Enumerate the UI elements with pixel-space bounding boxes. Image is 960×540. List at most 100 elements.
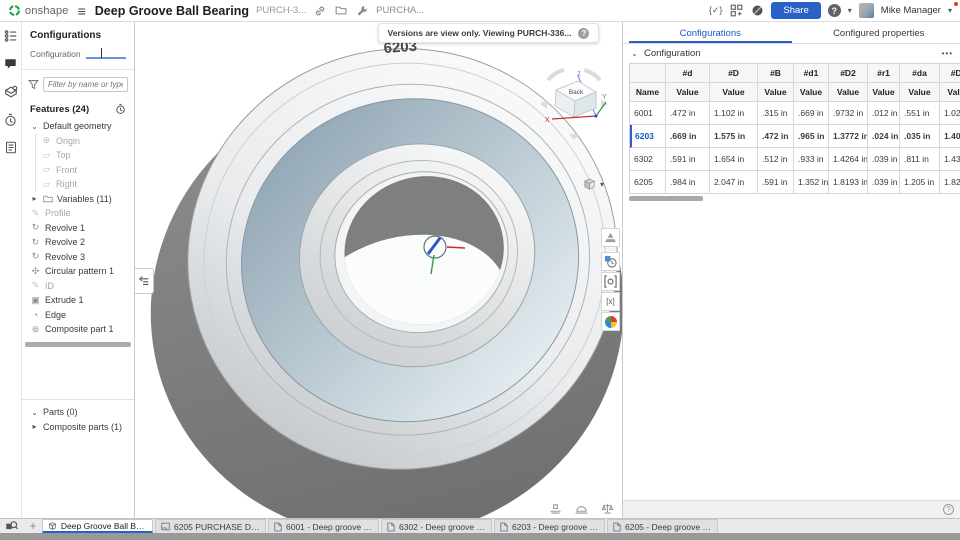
share-button[interactable]: Share [771,2,821,19]
chevron-right-icon[interactable]: ▸ [30,194,39,203]
feature-list-toggle[interactable] [135,268,154,294]
config-name-cell[interactable]: 6302 [630,148,666,171]
chevron-down-icon[interactable]: ⌄ [630,49,639,58]
tree-item-composite-part-1[interactable]: ⊚ Composite part 1 [22,322,134,337]
tab-pdf-6203[interactable]: 6203 - Deep groove ball... [494,519,605,533]
onshape-logo-icon [9,5,20,16]
stamp-icon[interactable] [549,503,562,514]
comments-panel-icon[interactable] [3,56,18,71]
workspace-name[interactable]: PURCHA... [376,5,424,16]
config-name-cell[interactable]: 6001 [630,102,666,125]
hide-others-button[interactable]: [x] [601,292,620,311]
config-name-cell[interactable]: 6203 [630,125,666,148]
tree-item-circular-pattern-1[interactable]: ✣ Circular pattern 1 [22,264,134,279]
view-options-button[interactable]: ▾ [582,177,604,191]
isolate-button[interactable] [601,252,620,271]
table-horizontal-scrollbar[interactable] [629,196,703,201]
tree-item-default-geometry[interactable]: ⌄ Default geometry [22,119,134,134]
tab-pdf-6302[interactable]: 6302 - Deep groove ball... [381,519,492,533]
appearance-button[interactable] [601,312,620,331]
comments-disabled-icon[interactable] [750,4,764,18]
config-row-6302[interactable]: 6302 .591 in 1.654 in .512 in .933 in 1.… [630,148,960,171]
value-cell: .472 in [666,102,710,125]
tree-item-origin[interactable]: ⊕ Origin [36,134,134,149]
tree-item-edge[interactable]: ◔ Edge [22,308,134,323]
header-cell: Value [940,83,960,102]
rotate-left-icon[interactable] [540,99,547,109]
tab-pdf-6001[interactable]: 6001 - Deep groove ball... [268,519,379,533]
composite-parts-group[interactable]: ▸ Composite parts (1) [22,420,134,435]
versions-icon[interactable]: {✓} [709,5,723,16]
config-row-6001[interactable]: 6001 .472 in 1.102 in .315 in .669 in .9… [630,102,960,125]
tab-configurations[interactable]: Configurations [629,22,792,43]
tab-configured-properties[interactable]: Configured properties [798,22,960,43]
tree-item-profile-sketch[interactable]: ✎ Profile [22,206,134,221]
section-menu-icon[interactable]: ••• [942,49,953,58]
rotate-down-icon[interactable] [569,134,579,140]
top-bar: onshape ≡ Deep Groove Ball Bearing PURCH… [0,0,960,22]
notes-panel-icon[interactable] [3,140,18,155]
value-cell: 1.827 in [940,171,960,194]
chevron-down-icon[interactable]: ⌄ [30,408,39,417]
tree-item-revolve-2[interactable]: ↻ Revolve 2 [22,235,134,250]
view-cube[interactable]: Back Z X Y [538,66,610,144]
user-avatar[interactable] [858,3,874,18]
tree-item-top-plane[interactable]: ▱ Top [36,148,134,163]
default-geometry-children: ⊕ Origin ▱ Top ▱ Front ▱ Right [35,133,134,192]
tab-pdf-6205[interactable]: 6205 - Deep groove ball... [607,519,718,533]
help-icon[interactable]: ? [827,4,841,17]
parts-group[interactable]: ⌄ Parts (0) [22,405,134,420]
folder-icon[interactable] [334,4,348,18]
rotate-arrow-icon[interactable] [583,68,602,82]
main-menu-icon[interactable]: ≡ [76,4,88,18]
chevron-right-icon[interactable]: ▸ [30,422,39,431]
history-panel-icon[interactable] [3,112,18,127]
rotate-arrow-icon[interactable] [546,68,565,82]
feature-tree-scrollbar[interactable] [25,341,131,347]
tree-item-revolve-3[interactable]: ↻ Revolve 3 [22,250,134,265]
config-name-cell[interactable]: 6205 [630,171,666,194]
tab-part-studio[interactable]: Deep Groove Ball Beari... [42,519,153,533]
scale-icon[interactable] [601,503,614,514]
add-tab-button[interactable]: + [24,519,42,533]
value-cell: .591 in [666,148,710,171]
section-view-button[interactable] [601,228,620,247]
configuration-name-input[interactable] [85,47,126,59]
chevron-down-icon[interactable]: ⌄ [30,122,39,131]
measure-panel-icon[interactable] [3,84,18,99]
tab-label: 6203 - Deep groove ball... [512,521,599,532]
tree-item-revolve-1[interactable]: ↻ Revolve 1 [22,221,134,236]
value-cell: 1.205 in [900,171,940,194]
link-icon[interactable] [313,4,327,18]
tree-item-label: Edge [45,309,67,320]
tree-item-id-sketch[interactable]: ✎ ID [22,279,134,294]
graphics-viewport[interactable]: 6203 Versions are view only. Viewing PUR… [135,22,622,518]
tree-item-front-plane[interactable]: ▱ Front [36,163,134,178]
rollback-clock-icon[interactable] [115,103,126,115]
tab-drawing[interactable]: 6205 PURCHASE DRA... [155,519,266,533]
panel-help-icon[interactable]: ? [943,504,954,515]
tree-item-variables-folder[interactable]: ▸ Variables (11) [22,192,134,207]
manage-versions-icon[interactable] [729,4,743,18]
feature-filter-input[interactable] [43,77,128,92]
help-caret-icon[interactable]: ▾ [848,6,852,15]
onshape-logo[interactable]: onshape [8,4,69,17]
tab-label: 6001 - Deep groove ball... [286,521,373,532]
named-views-button[interactable] [601,272,620,291]
configurations-panel-icon[interactable] [3,28,18,43]
notification-help-icon[interactable]: ? [578,27,590,39]
configuration-input-row: Configuration [22,47,134,69]
configurations-panel-title: Configurations [30,30,102,41]
dome-icon[interactable] [575,503,588,514]
user-caret-icon[interactable]: ▾ [948,6,952,15]
value-cell: 1.352 in [794,171,829,194]
tree-item-right-plane[interactable]: ▱ Right [36,177,134,192]
text-cursor [101,48,102,58]
configuration-panel: Configurations Configured properties ⌄ C… [622,22,960,518]
config-row-6205[interactable]: 6205 .984 in 2.047 in .591 in 1.352 in 1… [630,171,960,194]
user-menu[interactable]: Mike Manager [881,5,941,16]
config-row-6203-active[interactable]: 6203 .669 in 1.575 in .472 in .965 in 1.… [630,125,960,148]
tab-search-button[interactable] [0,519,24,533]
version-wrench-icon[interactable] [355,4,369,18]
tree-item-extrude-1[interactable]: ▣ Extrude 1 [22,293,134,308]
